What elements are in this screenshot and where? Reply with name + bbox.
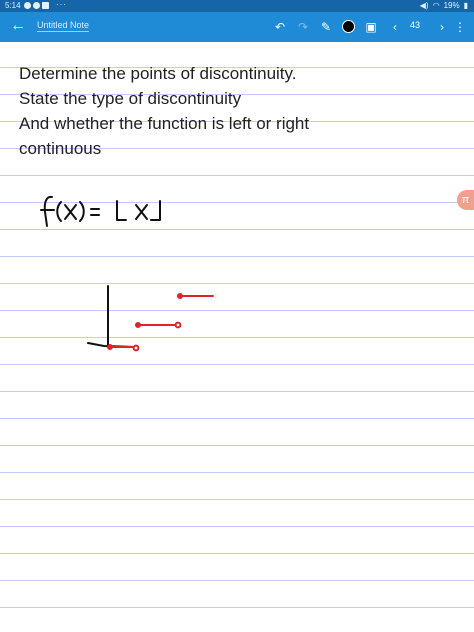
hw-x-inner	[135, 204, 148, 220]
hw-close-paren	[79, 201, 85, 222]
handwritten-function	[40, 195, 161, 227]
floor-steps	[107, 293, 214, 352]
hw-x	[64, 204, 77, 220]
hw-floor-right	[150, 200, 161, 221]
step-0-open-dot	[132, 344, 140, 352]
handwriting-layer	[40, 195, 214, 352]
hw-open-paren	[56, 201, 62, 222]
step-0-closed-dot	[107, 344, 113, 350]
sketch-axes	[87, 285, 136, 348]
step-1-closed-dot	[135, 322, 141, 328]
step-2-closed-dot	[177, 293, 183, 299]
hw-f-stem	[43, 195, 53, 227]
hw-equals	[90, 208, 100, 216]
hw-floor-left	[116, 200, 127, 221]
step-1-open-dot	[174, 321, 182, 329]
